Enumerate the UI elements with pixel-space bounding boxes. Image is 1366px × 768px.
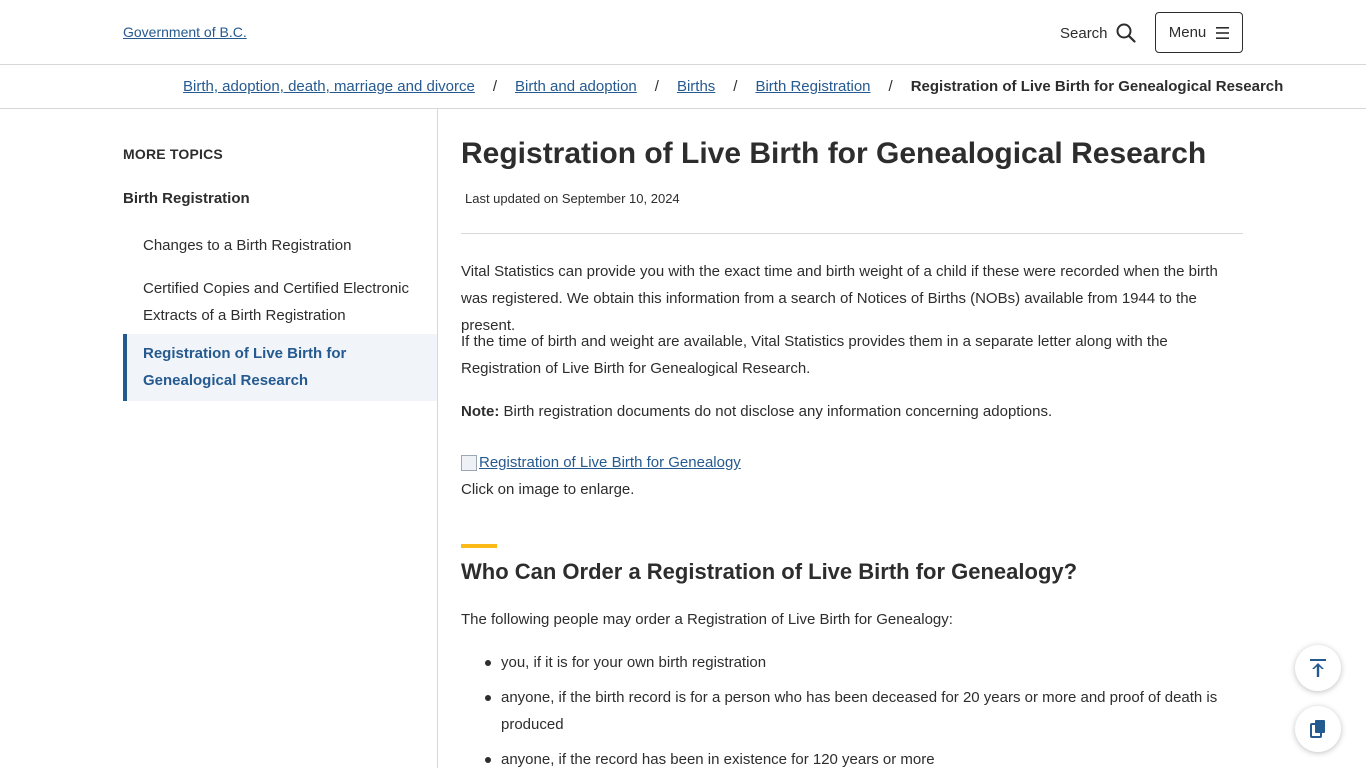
page-title: Registration of Live Birth for Genealogi… bbox=[461, 137, 1207, 170]
gov-bc-logo-link[interactable]: Government of B.C. bbox=[123, 24, 247, 40]
breadcrumb-link[interactable]: Birth Registration bbox=[755, 78, 870, 95]
eligibility-list: you, if it is for your own birth registr… bbox=[461, 649, 1243, 768]
breadcrumb: Birth, adoption, death, marriage and div… bbox=[0, 65, 1366, 109]
broken-image-icon bbox=[461, 454, 477, 471]
intro-paragraph: Vital Statistics can provide you with th… bbox=[461, 263, 1218, 334]
last-updated: Last updated on September 10, 2024 bbox=[465, 191, 680, 206]
arrow-up-to-top-icon bbox=[1310, 659, 1326, 677]
menu-label: Menu bbox=[1168, 24, 1207, 41]
note-label: Note: bbox=[461, 403, 500, 420]
breadcrumb-link[interactable]: Birth, adoption, death, marriage and div… bbox=[183, 78, 475, 95]
hamburger-icon bbox=[1216, 26, 1230, 39]
section-heading: Who Can Order a Registration of Live Bir… bbox=[461, 559, 1078, 584]
breadcrumb-separator: / bbox=[888, 78, 893, 95]
copy-icon bbox=[1310, 720, 1325, 738]
sidebar: MORE TOPICS Birth Registration Changes t… bbox=[123, 109, 438, 768]
breadcrumb-current: Registration of Live Birth for Genealogi… bbox=[910, 78, 1284, 95]
breadcrumb-separator: / bbox=[654, 78, 659, 95]
back-to-top-button[interactable] bbox=[1295, 645, 1341, 691]
breadcrumb-separator: / bbox=[492, 78, 498, 95]
sidebar-divider bbox=[437, 109, 438, 768]
note-paragraph: Note: Birth registration documents do no… bbox=[461, 398, 1243, 425]
site-header: Government of B.C. Search Menu bbox=[0, 0, 1366, 65]
sidebar-item-certified-copies[interactable]: Certified Copies and Certified Electroni… bbox=[123, 275, 438, 329]
menu-button[interactable]: Menu bbox=[1155, 12, 1243, 53]
breadcrumb-link[interactable]: Births bbox=[677, 78, 715, 95]
image-caption: Click on image to enlarge. bbox=[461, 481, 635, 498]
search-label: Search bbox=[1060, 24, 1108, 42]
note-text: Birth registration documents do not disc… bbox=[499, 403, 1053, 420]
list-item: anyone, if the birth record is for a per… bbox=[461, 684, 1243, 738]
copy-button[interactable] bbox=[1295, 706, 1341, 752]
breadcrumb-trail: Birth, adoption, death, marriage and div… bbox=[183, 78, 1283, 95]
list-item: anyone, if the record has been in existe… bbox=[461, 746, 1243, 768]
genealogy-image-link[interactable]: Registration of Live Birth for Genealogy bbox=[461, 454, 741, 471]
more-topics-label: MORE TOPICS bbox=[123, 146, 223, 162]
sidebar-item-genealogical-research[interactable]: Registration of Live Birth for Genealogi… bbox=[123, 334, 438, 401]
section-intro: The following people may order a Registr… bbox=[461, 611, 953, 628]
heading-accent-bar bbox=[461, 544, 497, 548]
breadcrumb-separator: / bbox=[733, 78, 738, 95]
list-item: you, if it is for your own birth registr… bbox=[461, 649, 1243, 676]
genealogy-image-alt: Registration of Live Birth for Genealogy bbox=[479, 454, 741, 471]
search-icon bbox=[1116, 23, 1136, 43]
sidebar-heading[interactable]: Birth Registration bbox=[123, 190, 250, 207]
breadcrumb-link[interactable]: Birth and adoption bbox=[515, 78, 637, 95]
sidebar-item-changes[interactable]: Changes to a Birth Registration bbox=[123, 232, 438, 259]
divider bbox=[461, 233, 1243, 234]
time-weight-paragraph: If the time of birth and weight are avai… bbox=[461, 333, 1168, 377]
search-button[interactable]: Search bbox=[1060, 21, 1136, 45]
